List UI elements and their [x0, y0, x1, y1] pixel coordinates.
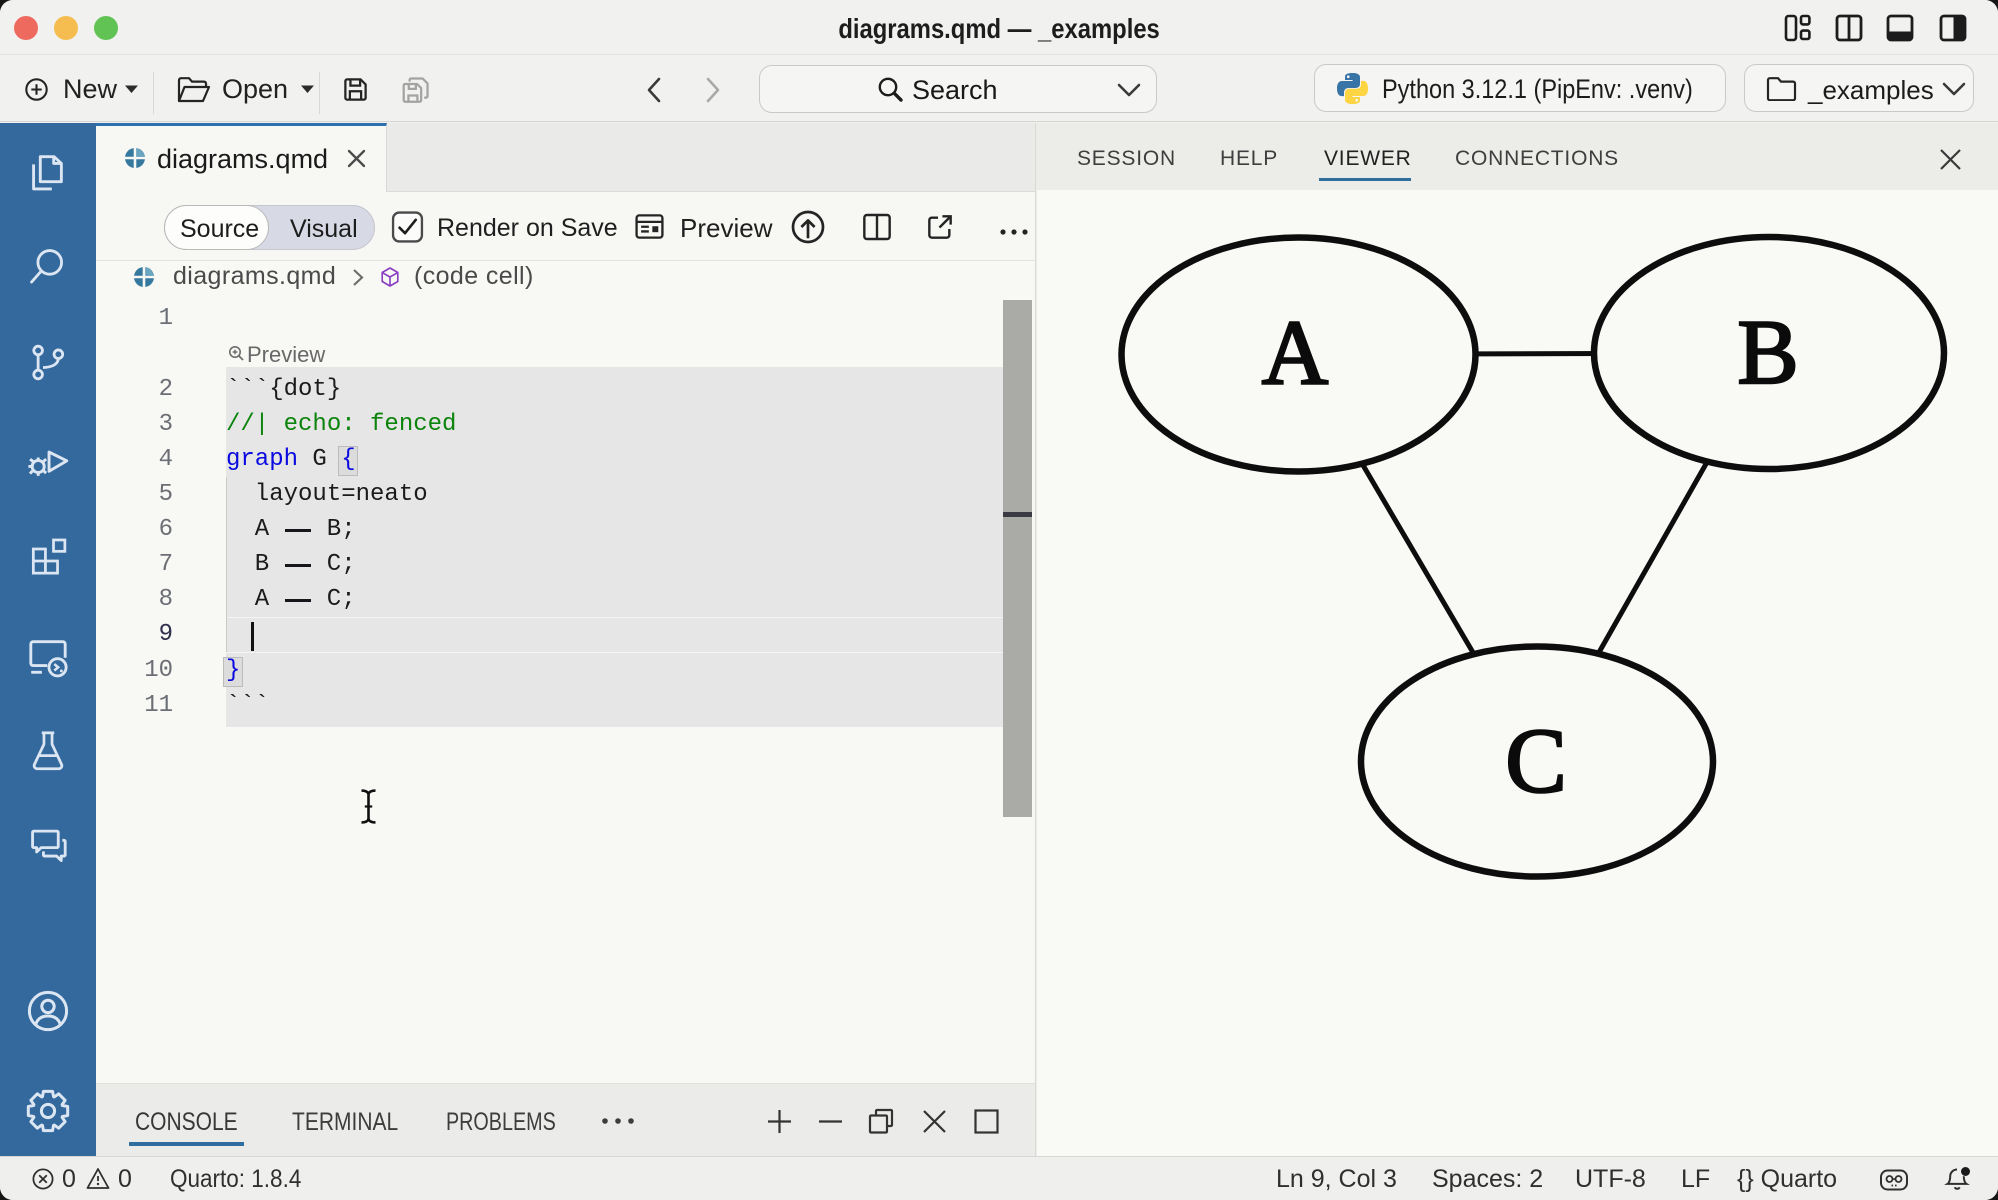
svg-text:B: B: [1737, 301, 1798, 403]
svg-text:C: C: [1505, 710, 1566, 812]
svg-text:A: A: [1262, 302, 1328, 404]
